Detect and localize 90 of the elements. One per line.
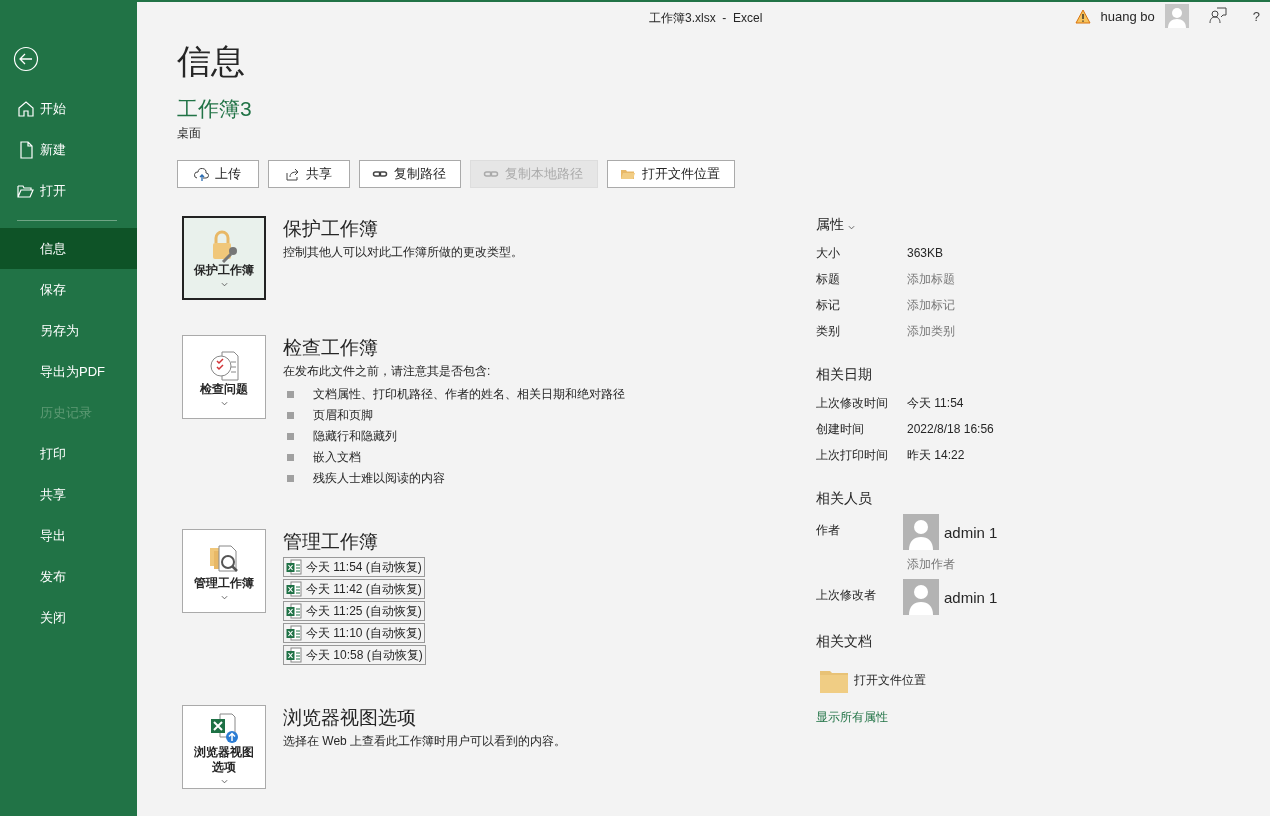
section-heading: 保护工作簿 xyxy=(283,217,379,241)
sidebar-item[interactable]: 共享 xyxy=(0,474,137,515)
sidebar-item[interactable]: 信息 xyxy=(0,228,137,269)
property-value: 363KB xyxy=(907,246,944,260)
date-label: 创建时间 xyxy=(816,420,865,438)
sidebar-item[interactable]: 发布 xyxy=(0,556,137,597)
share-icon xyxy=(284,166,300,182)
toolbar-button[interactable]: 复制路径 xyxy=(359,160,461,188)
checklist-item: 残疾人士难以阅读的内容 xyxy=(313,470,445,487)
toolbar-button[interactable]: 上传 xyxy=(177,160,259,188)
bullet-icon xyxy=(287,391,294,398)
section-heading: 相关日期 xyxy=(816,366,873,384)
user-name[interactable]: huang bo xyxy=(1100,8,1155,24)
property-label: 标题 xyxy=(816,270,841,288)
caret-icon xyxy=(220,282,228,287)
checklist-item: 文档属性、打印机路径、作者的姓名、相关日期和绝对路径 xyxy=(313,386,625,403)
section-description: 在发布此文件之前，请注意其是否包含: xyxy=(283,363,492,380)
sidebar-item[interactable]: 保存 xyxy=(0,269,137,310)
autosave-version-link[interactable]: 今天 11:25 (自动恢复) xyxy=(283,601,425,621)
spreadsheet-file-icon xyxy=(286,559,302,575)
person-name: admin 1 xyxy=(944,523,998,541)
workbook-tile-button[interactable]: 保护工作簿 xyxy=(182,216,266,300)
property-value[interactable]: 添加标题 xyxy=(907,270,955,288)
spreadsheet-file-icon xyxy=(286,603,302,619)
workbook-tile-button[interactable]: 浏览器视图选项 xyxy=(182,705,266,789)
sidebar-item[interactable]: 导出 xyxy=(0,515,137,556)
bullet-icon xyxy=(287,433,294,440)
checklist-item: 页眉和页脚 xyxy=(313,407,373,424)
spreadsheet-file-icon xyxy=(286,647,302,663)
bullet-icon xyxy=(287,454,294,461)
page-title: 信息 xyxy=(177,41,246,82)
spreadsheet-file-icon xyxy=(286,625,302,641)
workbook-tile-button[interactable]: 管理工作簿 xyxy=(182,529,266,613)
section-heading: 浏览器视图选项 xyxy=(283,706,417,730)
date-value: 昨天 14:22 xyxy=(907,446,965,464)
property-label: 标记 xyxy=(816,296,841,314)
section-heading: 相关文档 xyxy=(816,633,873,651)
sidebar-item[interactable]: 另存为 xyxy=(0,310,137,351)
section-description: 选择在 Web 上查看此工作簿时用户可以看到的内容。 xyxy=(283,733,567,750)
spreadsheet-file-icon xyxy=(286,581,302,597)
property-value[interactable]: 添加标记 xyxy=(907,296,955,314)
property-label: 类别 xyxy=(816,322,841,340)
section-heading: 检查工作簿 xyxy=(283,336,379,360)
date-label: 上次修改时间 xyxy=(816,394,889,412)
avatar-icon xyxy=(903,514,939,550)
window-title: 工作簿3.xlsx - Excel xyxy=(649,10,763,27)
caret-icon xyxy=(220,401,228,406)
help-button[interactable]: ? xyxy=(1248,8,1264,24)
section-heading: 管理工作簿 xyxy=(283,530,379,554)
feedback-person-icon[interactable] xyxy=(1208,7,1227,25)
show-all-properties-link[interactable]: 显示所有属性 xyxy=(816,709,998,726)
section-heading[interactable]: 属性 xyxy=(816,216,844,234)
inspect-icon xyxy=(207,348,241,382)
file-name: 工作簿3 xyxy=(177,96,253,122)
bullet-icon xyxy=(287,412,294,419)
caret-icon xyxy=(220,778,228,784)
sidebar-item[interactable]: 关闭 xyxy=(0,597,137,638)
sidebar-item[interactable]: 开始 xyxy=(0,88,137,129)
warning-icon[interactable] xyxy=(1074,8,1091,24)
sidebar-item[interactable]: 新建 xyxy=(0,129,137,170)
checklist-item: 隐藏行和隐藏列 xyxy=(313,428,397,445)
people-label: 上次修改者 xyxy=(816,587,877,604)
autosave-version-link[interactable]: 今天 11:54 (自动恢复) xyxy=(283,557,425,577)
sidebar-item[interactable]: 打开 xyxy=(0,170,137,211)
caret-icon[interactable] xyxy=(848,224,855,230)
bullet-icon xyxy=(287,475,294,482)
section-heading: 相关人员 xyxy=(816,490,873,508)
toolbar-button[interactable]: 共享 xyxy=(268,160,350,188)
caret-icon xyxy=(220,595,228,600)
property-value[interactable]: 添加类别 xyxy=(907,322,955,340)
autosave-version-link[interactable]: 今天 11:42 (自动恢复) xyxy=(283,579,425,599)
person-name: admin 1 xyxy=(944,588,998,606)
file-location: 桌面 xyxy=(177,125,202,142)
cloud-upload-icon xyxy=(193,166,209,182)
open-file-location-link[interactable]: 打开文件位置 xyxy=(854,671,926,689)
autosave-version-link[interactable]: 今天 10:58 (自动恢复) xyxy=(283,645,426,665)
property-label: 大小 xyxy=(816,244,841,262)
sidebar-item[interactable]: 打印 xyxy=(0,433,137,474)
workbook-tile-button[interactable]: 检查问题 xyxy=(182,335,266,419)
checklist-item: 嵌入文档 xyxy=(313,449,361,466)
section-description: 控制其他人可以对此工作簿所做的更改类型。 xyxy=(283,244,523,261)
add-author-link[interactable]: 添加作者 xyxy=(907,556,998,573)
date-value: 今天 11:54 xyxy=(907,394,964,412)
autosave-version-link[interactable]: 今天 11:10 (自动恢复) xyxy=(283,623,425,643)
toolbar-button[interactable]: 打开文件位置 xyxy=(607,160,735,188)
date-label: 上次打印时间 xyxy=(816,446,889,464)
sidebar-item[interactable]: 导出为PDF xyxy=(0,351,137,392)
date-value: 2022/8/18 16:56 xyxy=(907,422,994,436)
people-label: 作者 xyxy=(816,522,841,539)
avatar-icon xyxy=(903,579,939,615)
